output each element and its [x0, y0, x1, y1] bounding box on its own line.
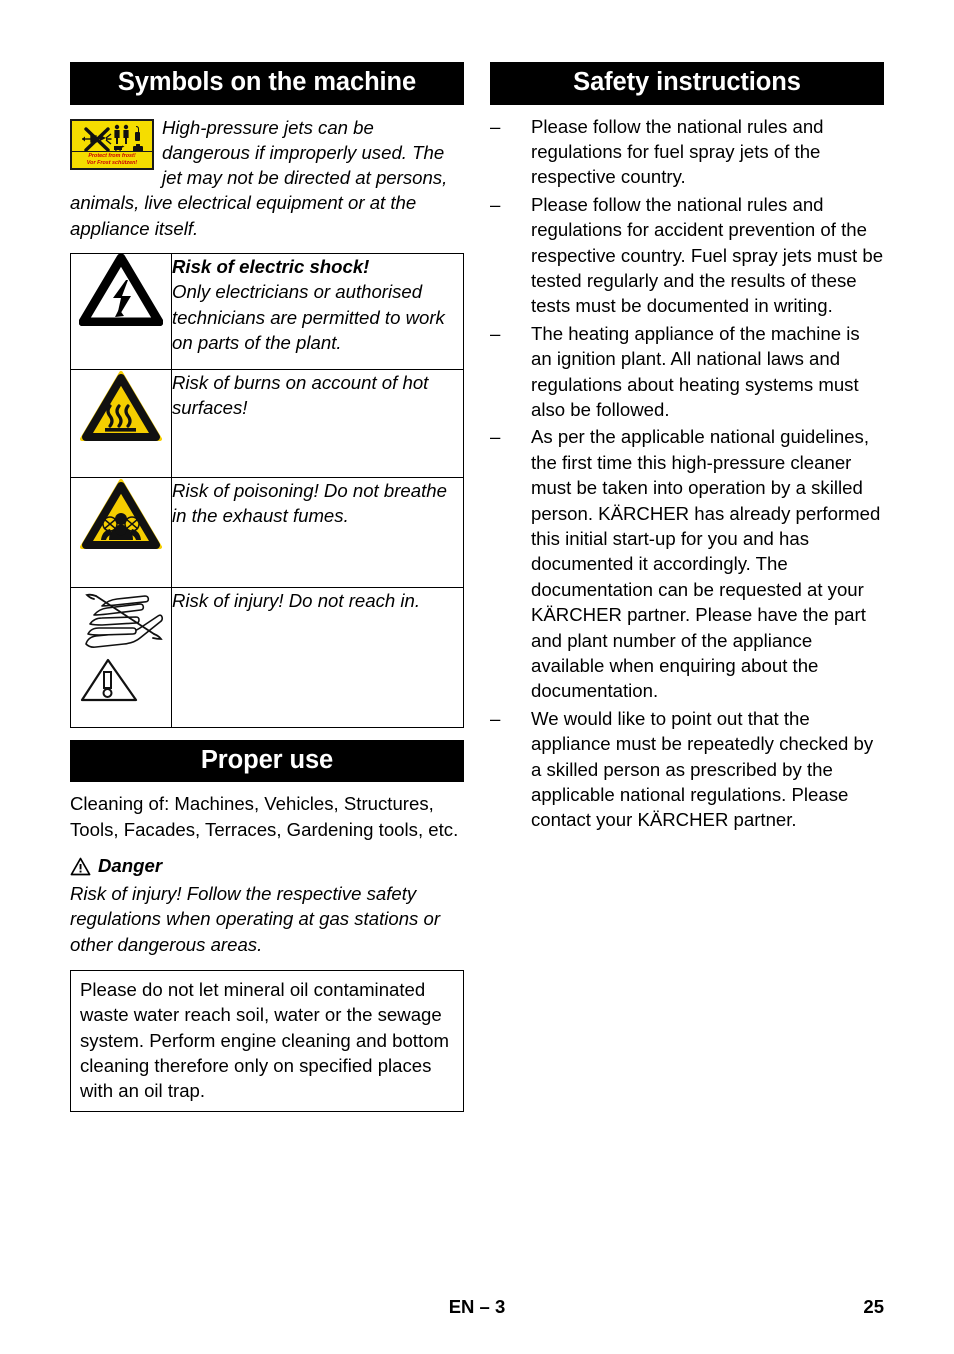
page-canvas: Symbols on the machine Protect from fros…	[0, 0, 954, 1354]
safety-instructions-list: – Please follow the national rules and r…	[490, 114, 884, 833]
icon-cell-hot-surface	[70, 368, 172, 478]
left-column: Symbols on the machine Protect from fros…	[70, 62, 464, 1113]
section-header-safety-instructions: Safety instructions	[490, 62, 884, 105]
list-item-text: As per the applicable national guideline…	[531, 426, 881, 702]
list-bullet-dash: –	[490, 193, 501, 215]
danger-text: Risk of injury! Follow the respective sa…	[70, 883, 441, 955]
table-row: Risk of burns on account of hot surfaces…	[70, 368, 464, 478]
intro-paragraph-block: Protect from frost! Vor Frost schützen! …	[70, 115, 464, 241]
list-item: – The heating appliance of the machine i…	[490, 321, 884, 423]
list-item-text: The heating appliance of the machine is …	[531, 322, 860, 420]
toxic-fumes-triangle-icon	[80, 478, 162, 549]
environment-note-text: Please do not let mineral oil contaminat…	[80, 978, 449, 1102]
symbol-text-toxic-fumes: Risk of poisoning! Do not breathe in the…	[172, 479, 447, 527]
proper-use-paragraph: Cleaning of: Machines, Vehicles, Structu…	[70, 793, 459, 840]
section-header-symbols-on-the-machine: Symbols on the machine	[70, 62, 464, 105]
table-row: Risk of poisoning! Do not breathe in the…	[70, 476, 464, 588]
list-item-text: Please follow the national rules and reg…	[531, 193, 884, 317]
footer-page-number: 25	[863, 1296, 884, 1317]
frost-label-line2: Vor Frost schützen!	[86, 159, 138, 166]
icon-cell-electric-shock	[70, 252, 172, 370]
list-bullet-dash: –	[490, 322, 501, 344]
danger-label: Danger	[98, 855, 163, 877]
list-item: – As per the applicable national guideli…	[490, 424, 884, 703]
list-item-text: Please follow the national rules and reg…	[531, 115, 824, 188]
right-column: Safety instructions – Please follow the …	[490, 62, 884, 1112]
warning-triangle-sub-icon	[80, 658, 138, 702]
frost-protection-label-wrapper: Protect from frost! Vor Frost schützen!	[70, 118, 154, 170]
symbol-text-electric-shock: Only electricians or authorised technici…	[172, 281, 445, 353]
text-cell-toxic-fumes: Risk of poisoning! Do not breathe in the…	[171, 476, 464, 588]
persons-animals-equipment-pictograms	[114, 124, 143, 153]
list-bullet-dash: –	[490, 115, 501, 137]
text-cell-electric-shock: Risk of electric shock! Only electrician…	[171, 252, 464, 370]
list-item: – Please follow the national rules and r…	[490, 192, 884, 319]
no-spray-at-persons-icon	[82, 126, 112, 152]
list-item: – We would like to point out that the ap…	[490, 706, 884, 833]
list-item: – Please follow the national rules and r…	[490, 114, 884, 190]
table-row: Risk of electric shock! Only electrician…	[70, 252, 464, 370]
icon-cell-hand-injury	[70, 586, 172, 728]
frost-label-line1: Protect from frost!	[88, 152, 136, 159]
section-header-proper-use: Proper use	[70, 739, 464, 783]
symbol-heading-electric-shock: Risk of electric shock!	[172, 255, 370, 277]
list-bullet-dash: –	[490, 426, 501, 448]
frost-label-caption: Protect from frost! Vor Frost schützen!	[72, 151, 152, 168]
list-item-text: We would like to point out that the appl…	[531, 707, 874, 831]
list-bullet-dash: –	[490, 707, 501, 729]
hot-surface-triangle-icon	[80, 370, 162, 441]
text-cell-hot-surface: Risk of burns on account of hot surfaces…	[171, 368, 464, 478]
footer-language-section: EN – 3	[448, 1296, 506, 1317]
icon-cell-toxic-fumes	[70, 476, 172, 588]
two-column-layout: Symbols on the machine Protect from fros…	[70, 62, 884, 1113]
text-cell-hand-injury: Risk of injury! Do not reach in.	[171, 586, 464, 728]
warning-triangle-icon	[70, 857, 91, 875]
symbols-table: Risk of electric shock! Only electrician…	[70, 252, 464, 728]
hand-crush-injury-icon	[80, 593, 164, 702]
frost-protection-warning-label: Protect from frost! Vor Frost schützen!	[70, 118, 154, 170]
environment-note-box: Please do not let mineral oil contaminat…	[70, 969, 464, 1113]
symbol-text-hot-surface: Risk of burns on account of hot surfaces…	[172, 371, 429, 419]
electric-shock-triangle-icon	[78, 253, 164, 327]
page-footer: EN – 3 25	[70, 1296, 884, 1320]
symbol-text-hand-injury: Risk of injury! Do not reach in.	[172, 589, 421, 611]
danger-heading: Danger	[70, 854, 464, 878]
table-row: Risk of injury! Do not reach in.	[70, 586, 464, 728]
